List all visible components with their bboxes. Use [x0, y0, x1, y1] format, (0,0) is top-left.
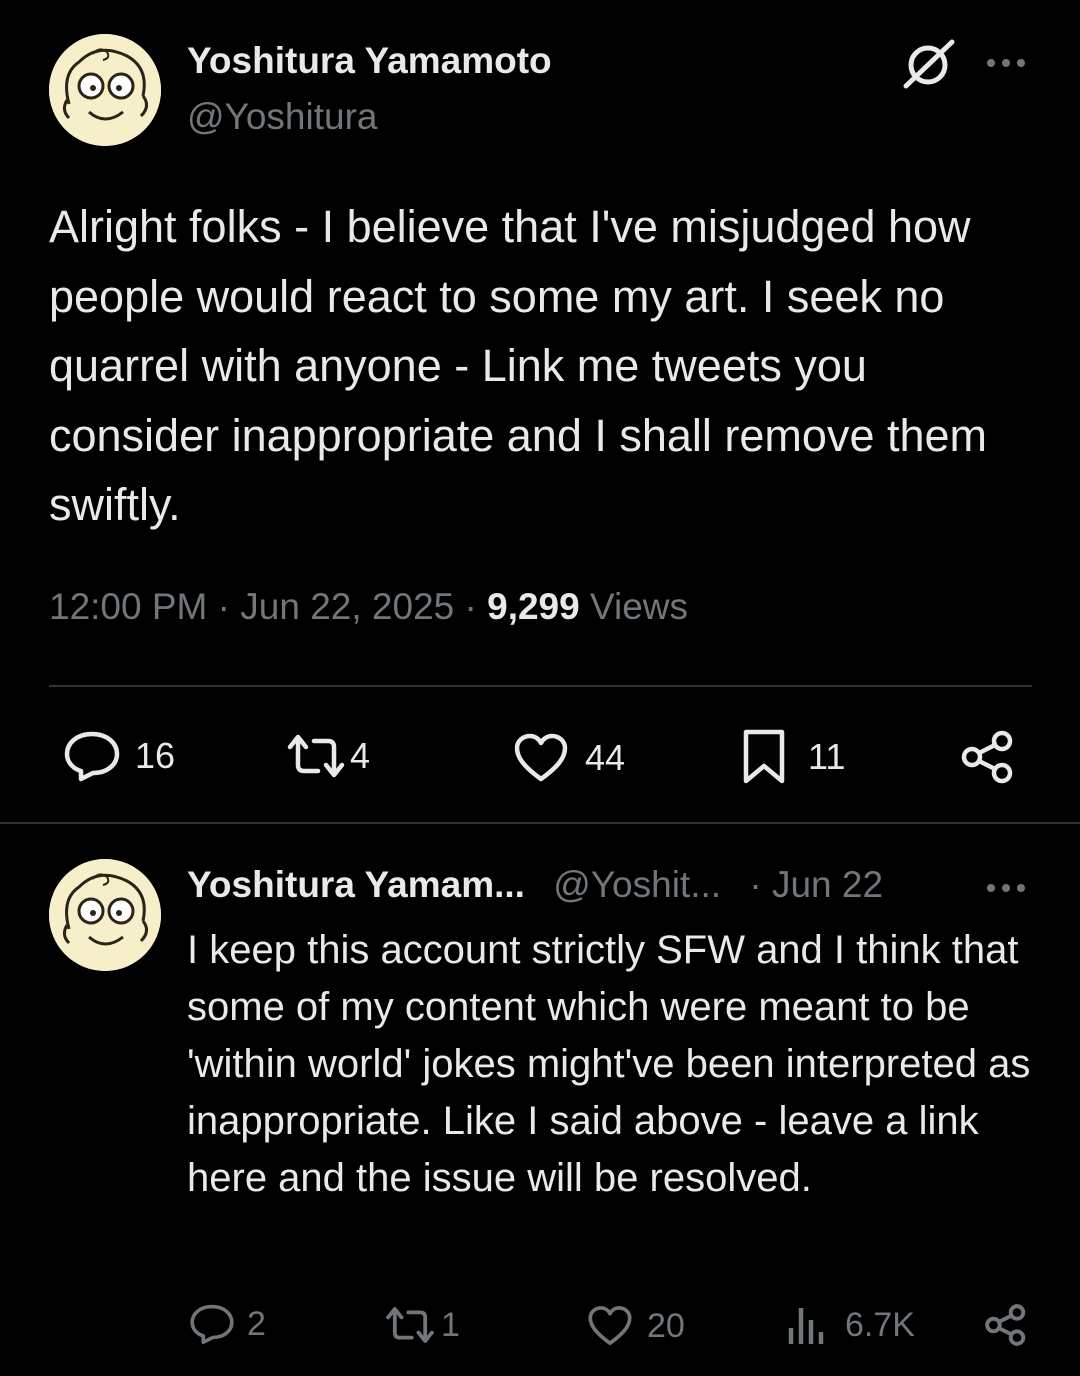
- tweet-date[interactable]: · Jun 22: [749, 864, 883, 905]
- like-button[interactable]: 20: [587, 1305, 685, 1347]
- grok-icon[interactable]: [900, 38, 958, 90]
- like-icon: [513, 733, 569, 783]
- views-label: Views: [590, 586, 689, 627]
- views-button[interactable]: 6.7K: [787, 1304, 915, 1346]
- views-icon: [787, 1304, 827, 1346]
- tweet-meta: 12:00 PM · Jun 22, 2025 · 9,299 Views: [49, 586, 688, 628]
- reply-button[interactable]: 16: [63, 730, 175, 782]
- tweet-time[interactable]: 12:00 PM: [49, 586, 207, 627]
- handle[interactable]: @Yoshit...: [553, 864, 721, 905]
- retweet-button[interactable]: 1: [383, 1305, 460, 1345]
- retweet-button[interactable]: 4: [284, 733, 370, 779]
- tweet-date[interactable]: Jun 22, 2025: [240, 586, 454, 627]
- retweet-count: 1: [441, 1305, 460, 1344]
- reply-count: 2: [247, 1304, 266, 1343]
- reply-header: Yoshitura Yamam... @Yoshit... · Jun 22: [187, 864, 883, 906]
- like-icon: [587, 1305, 633, 1347]
- display-name[interactable]: Yoshitura Yamam...: [187, 864, 525, 905]
- views-count: 6.7K: [845, 1305, 915, 1344]
- retweet-count: 4: [350, 735, 371, 776]
- reply-button[interactable]: 2: [189, 1303, 266, 1345]
- bookmark-count: 11: [808, 736, 846, 777]
- like-count: 20: [647, 1306, 685, 1345]
- handle[interactable]: @Yoshitura: [187, 96, 377, 138]
- avatar-illustration: [49, 859, 161, 971]
- display-name[interactable]: Yoshitura Yamamoto: [187, 40, 552, 82]
- meta-separator: ·: [217, 586, 230, 627]
- meta-separator: ·: [464, 586, 477, 627]
- section-divider: [0, 822, 1080, 824]
- reply-icon: [189, 1303, 235, 1345]
- views-count: 9,299: [487, 586, 580, 627]
- more-icon[interactable]: [985, 881, 1029, 895]
- divider: [49, 685, 1032, 687]
- reply-count: 16: [135, 735, 176, 776]
- avatar-illustration: [49, 34, 161, 146]
- like-count: 44: [585, 737, 626, 778]
- retweet-icon: [383, 1305, 437, 1345]
- tweet-text: Alright folks - I believe that I've misj…: [49, 201, 988, 530]
- retweet-icon: [284, 733, 348, 779]
- bookmark-button[interactable]: 11: [740, 728, 845, 786]
- reply-icon: [63, 730, 121, 782]
- more-icon[interactable]: [985, 56, 1029, 70]
- tweet-text: I keep this account strictly SFW and I t…: [187, 928, 1031, 1200]
- bookmark-icon: [740, 728, 788, 786]
- avatar[interactable]: [49, 859, 161, 971]
- like-button[interactable]: 44: [513, 733, 625, 783]
- share-icon[interactable]: [984, 1303, 1028, 1347]
- avatar[interactable]: [49, 34, 161, 146]
- share-icon[interactable]: [960, 730, 1016, 784]
